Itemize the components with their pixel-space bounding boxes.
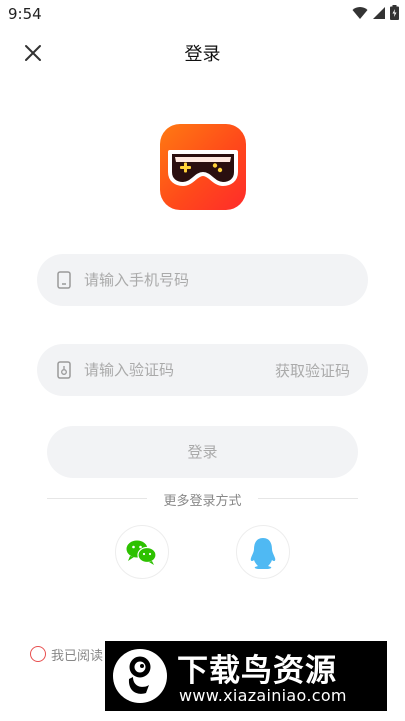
app-logo	[160, 124, 246, 210]
lock-icon	[57, 361, 71, 379]
signal-icon	[373, 6, 385, 19]
qq-icon	[250, 538, 276, 569]
gamepad-logo-icon	[168, 150, 238, 186]
watermark-logo	[113, 649, 167, 703]
top-bar: 登录	[0, 32, 405, 72]
watermark-banner: 下载鸟资源 www.xiazainiao.com	[105, 641, 387, 711]
get-code-button[interactable]: 获取验证码	[275, 360, 350, 381]
watermark-title: 下载鸟资源	[177, 653, 337, 689]
phone-input[interactable]	[84, 254, 284, 306]
phone-icon	[57, 271, 71, 289]
phone-field	[37, 254, 368, 306]
watermark-url: www.xiazainiao.com	[179, 686, 347, 705]
status-time: 9:54	[8, 5, 42, 23]
status-bar: 9:54	[0, 0, 405, 28]
more-login-label: 更多登录方式	[163, 494, 242, 509]
agreement-checkbox[interactable]	[30, 646, 46, 662]
status-icons	[352, 5, 399, 20]
code-field: 获取验证码	[37, 344, 368, 396]
wifi-icon	[352, 6, 368, 19]
wechat-login-button[interactable]	[115, 525, 169, 579]
qq-login-button[interactable]	[236, 525, 290, 579]
code-input[interactable]	[84, 344, 284, 396]
agreement-text: 我已阅读	[51, 648, 104, 664]
login-button[interactable]: 登录	[47, 426, 358, 478]
wechat-icon	[126, 540, 157, 565]
bird-logo-icon	[128, 656, 151, 694]
battery-icon	[390, 5, 399, 20]
agreement: 我已阅读	[30, 644, 103, 664]
page-title: 登录	[184, 44, 221, 65]
